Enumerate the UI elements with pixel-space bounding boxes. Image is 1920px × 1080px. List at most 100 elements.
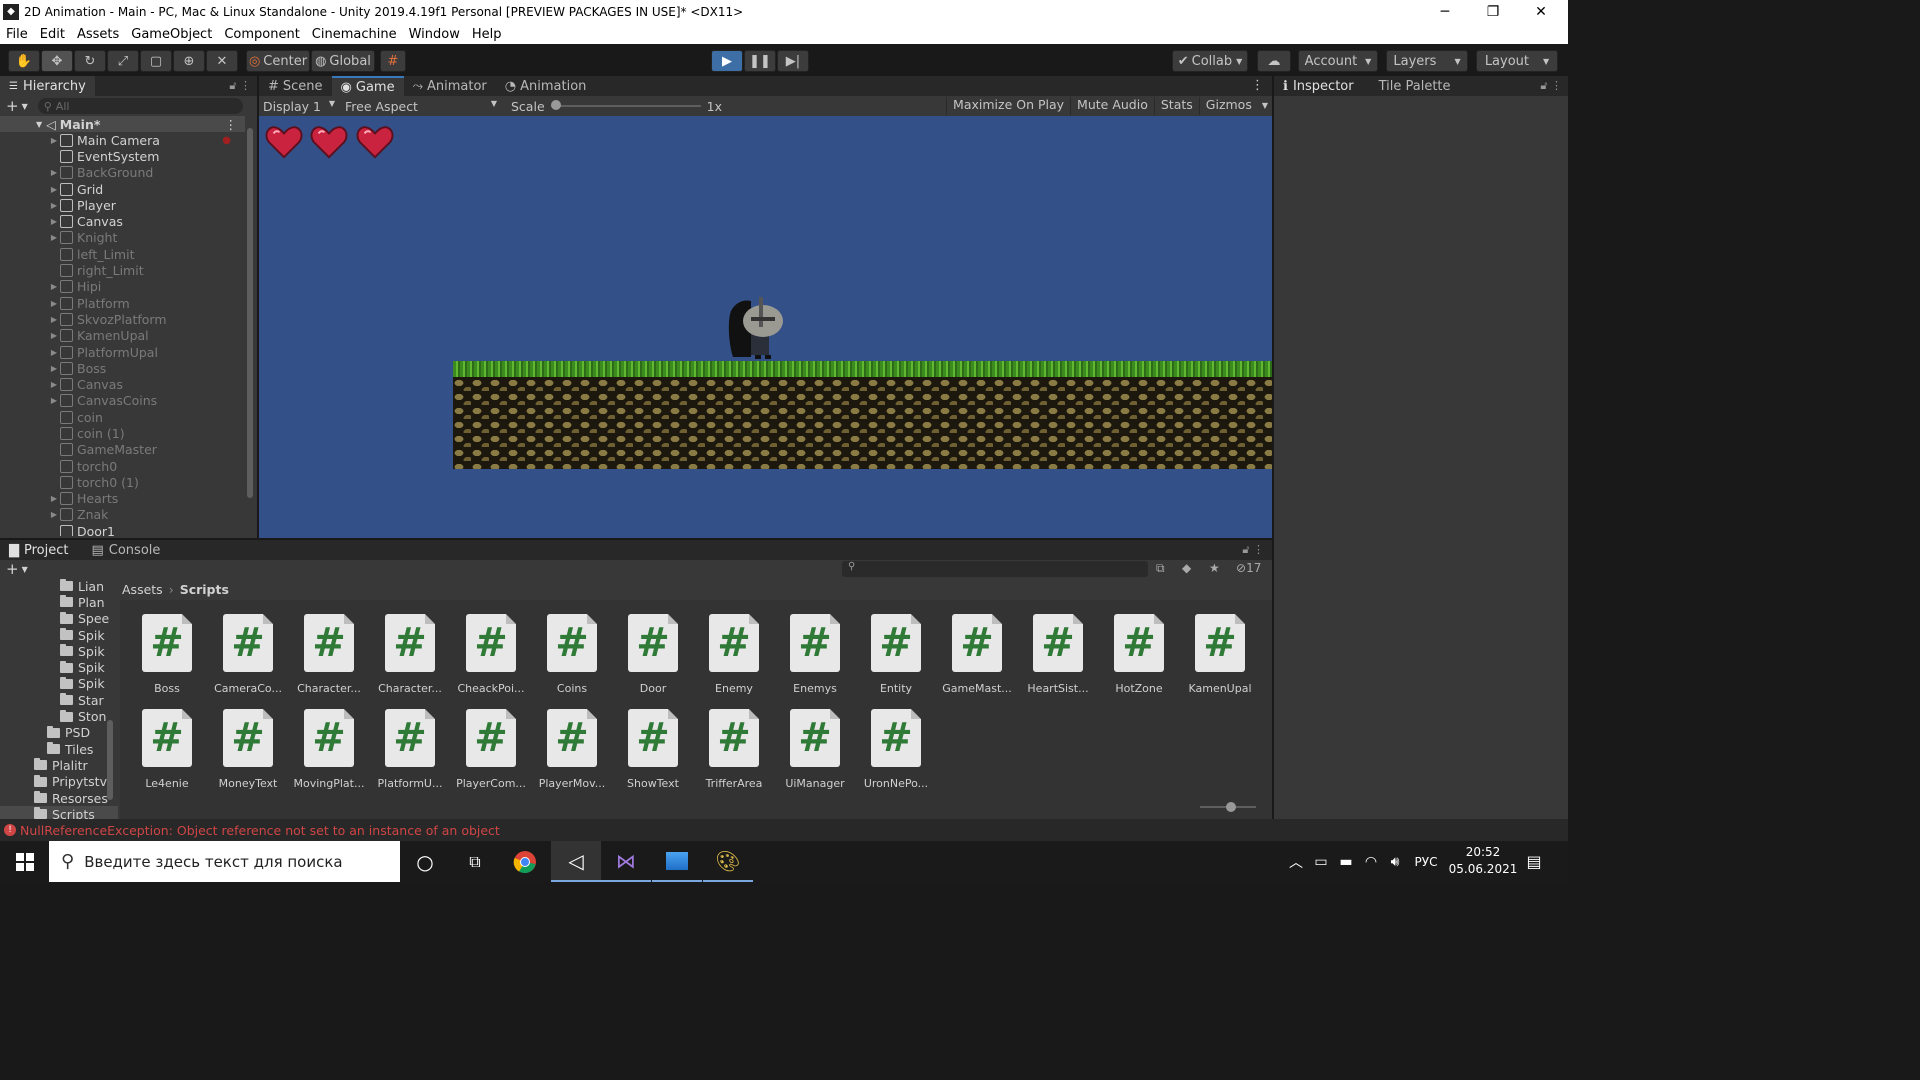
move-tool-icon[interactable]: ✥ bbox=[41, 50, 73, 72]
breadcrumb-assets[interactable]: Assets bbox=[122, 582, 163, 597]
project-folder-item[interactable]: Plalitr bbox=[0, 757, 118, 773]
script-asset[interactable]: # HeartSist... bbox=[1018, 614, 1098, 704]
project-folder-item[interactable]: Spee bbox=[0, 611, 118, 627]
script-asset[interactable]: # ShowText bbox=[613, 709, 693, 799]
hierarchy-item[interactable]: ▶ Player bbox=[48, 197, 245, 213]
aspect-dropdown[interactable]: Free Aspect ▼ bbox=[341, 99, 503, 114]
hierarchy-item[interactable]: ▶ CanvasCoins bbox=[48, 393, 245, 409]
script-asset[interactable]: # Boss bbox=[127, 614, 207, 704]
windows-start-icon[interactable] bbox=[0, 841, 50, 882]
hierarchy-item[interactable]: ▶ Knight bbox=[48, 230, 245, 246]
transform-tool-icon[interactable]: ⊕ bbox=[173, 50, 205, 72]
script-asset[interactable]: # Door bbox=[613, 614, 693, 704]
expand-arrow-icon[interactable]: ▶ bbox=[48, 201, 60, 210]
paint-icon[interactable]: 🎨︎ bbox=[703, 841, 753, 882]
tab-console[interactable]: ▤ Console bbox=[77, 540, 169, 560]
hierarchy-item[interactable]: ▶ Znak bbox=[48, 507, 245, 523]
show-hidden-icons[interactable]: ︿ bbox=[1284, 841, 1308, 882]
script-asset[interactable]: # CameraCo... bbox=[208, 614, 288, 704]
gizmos-dropdown-icon[interactable]: ▼ bbox=[1258, 97, 1272, 115]
script-asset[interactable]: # Entity bbox=[856, 614, 936, 704]
hierarchy-item[interactable]: coin (1) bbox=[48, 425, 245, 441]
script-asset[interactable]: # MoneyText bbox=[208, 709, 288, 799]
tab-project[interactable]: ▇ Project bbox=[0, 540, 78, 560]
expand-arrow-icon[interactable]: ▶ bbox=[48, 233, 60, 242]
menu-component[interactable]: Component bbox=[224, 27, 299, 42]
cloud-icon[interactable]: ☁ bbox=[1257, 50, 1291, 72]
hierarchy-item[interactable]: ▶ Canvas bbox=[48, 213, 245, 229]
wifi-icon[interactable]: ◠ bbox=[1359, 841, 1383, 882]
maximize-on-play-toggle[interactable]: Maximize On Play bbox=[946, 97, 1070, 115]
project-folder-item[interactable]: Lian bbox=[0, 578, 118, 594]
breadcrumb-scripts[interactable]: Scripts bbox=[180, 582, 229, 597]
global-button[interactable]: ◍ Global bbox=[311, 50, 375, 72]
volume-icon[interactable]: 🔊︎ bbox=[1383, 841, 1407, 882]
script-asset[interactable]: # Le4enie bbox=[127, 709, 207, 799]
photos-icon[interactable] bbox=[652, 841, 702, 882]
expand-arrow-icon[interactable]: ▶ bbox=[48, 364, 60, 373]
custom-tool-icon[interactable]: ✕ bbox=[206, 50, 238, 72]
tab-hierarchy[interactable]: ☰ Hierarchy bbox=[0, 76, 95, 96]
script-asset[interactable]: # PlatformU... bbox=[370, 709, 450, 799]
hierarchy-item[interactable]: ▶ PlatformUpal bbox=[48, 344, 245, 360]
hierarchy-item[interactable]: ▶ Main Camera ● bbox=[48, 132, 245, 148]
expand-arrow-icon[interactable]: ▶ bbox=[48, 348, 60, 357]
maximize-button[interactable]: ❐ bbox=[1470, 0, 1516, 24]
menu-assets[interactable]: Assets bbox=[77, 27, 119, 42]
scrollbar-thumb[interactable] bbox=[247, 128, 253, 498]
script-asset[interactable]: # Enemys bbox=[775, 614, 855, 704]
menu-help[interactable]: Help bbox=[472, 27, 502, 42]
language-indicator[interactable]: РУС bbox=[1408, 841, 1444, 882]
hierarchy-item[interactable]: coin bbox=[48, 409, 245, 425]
expand-arrow-icon[interactable]: ▶ bbox=[48, 510, 60, 519]
filter-type-icon[interactable]: ⧉ bbox=[1156, 561, 1165, 576]
tab-inspector[interactable]: ℹ Inspector bbox=[1274, 76, 1363, 96]
hierarchy-item[interactable]: left_Limit bbox=[48, 246, 245, 262]
hierarchy-item[interactable]: ▶ Canvas bbox=[48, 376, 245, 392]
hierarchy-item[interactable]: ▶ Hipi bbox=[48, 279, 245, 295]
meet-now-icon[interactable]: ▭ bbox=[1310, 841, 1332, 882]
script-asset[interactable]: # Character... bbox=[289, 614, 369, 704]
unity-taskbar-icon[interactable]: ◁ bbox=[551, 841, 601, 882]
minimize-button[interactable]: ─ bbox=[1422, 0, 1468, 24]
hierarchy-item[interactable]: ▶ SkvozPlatform bbox=[48, 311, 245, 327]
add-button[interactable]: + bbox=[6, 97, 19, 115]
expand-arrow-icon[interactable]: ▶ bbox=[48, 494, 60, 503]
hierarchy-item[interactable]: ▶ BackGround bbox=[48, 165, 245, 181]
gizmos-toggle[interactable]: Gizmos bbox=[1198, 97, 1258, 115]
project-folder-item[interactable]: Ston bbox=[0, 708, 118, 724]
menu-gameobject[interactable]: GameObject bbox=[131, 27, 212, 42]
hand-tool-icon[interactable]: ✋ bbox=[8, 50, 40, 72]
task-view-icon[interactable]: ⧉ bbox=[450, 841, 500, 882]
script-asset[interactable]: # Enemy bbox=[694, 614, 774, 704]
status-bar[interactable]: ! NullReferenceException: Object referen… bbox=[0, 819, 1568, 841]
grid-snap-icon[interactable]: # bbox=[380, 50, 406, 72]
scrollbar-thumb[interactable] bbox=[107, 720, 113, 800]
hierarchy-item[interactable]: EventSystem bbox=[48, 148, 245, 164]
project-folder-item[interactable]: Spik bbox=[0, 627, 118, 643]
scale-tool-icon[interactable]: ⤢ bbox=[107, 50, 139, 72]
project-folder-item[interactable]: Spik bbox=[0, 659, 118, 675]
hierarchy-item[interactable]: torch0 (1) bbox=[48, 474, 245, 490]
step-button[interactable]: ▶| bbox=[777, 50, 809, 72]
expand-arrow-icon[interactable]: ▶ bbox=[48, 185, 60, 194]
lock-icon[interactable]: 🔓︎ ⋮ bbox=[223, 76, 257, 96]
hierarchy-item[interactable]: ▶ Boss bbox=[48, 360, 245, 376]
lock-icon[interactable]: 🔓︎ ⋮ bbox=[1534, 76, 1568, 96]
project-folder-item[interactable]: Pripytstvi bbox=[0, 774, 118, 790]
hierarchy-item[interactable]: torch0 bbox=[48, 458, 245, 474]
expand-arrow-icon[interactable]: ▶ bbox=[48, 136, 60, 145]
script-asset[interactable]: # UiManager bbox=[775, 709, 855, 799]
project-folder-item[interactable]: Spik bbox=[0, 643, 118, 659]
project-folder-item[interactable]: PSD bbox=[0, 725, 118, 741]
expand-arrow-icon[interactable]: ▶ bbox=[48, 168, 60, 177]
script-asset[interactable]: # GameMast... bbox=[937, 614, 1017, 704]
pivot-center-button[interactable]: ◎ Center bbox=[246, 50, 310, 72]
expand-arrow-icon[interactable]: ▶ bbox=[48, 299, 60, 308]
menu-edit[interactable]: Edit bbox=[40, 27, 65, 42]
script-asset[interactable]: # UronNePo... bbox=[856, 709, 936, 799]
tab-game[interactable]: ◉ Game bbox=[331, 76, 404, 96]
play-button[interactable]: ▶ bbox=[711, 50, 743, 72]
project-folder-item[interactable]: Scripts bbox=[0, 806, 118, 819]
slider-thumb[interactable] bbox=[1226, 802, 1236, 812]
